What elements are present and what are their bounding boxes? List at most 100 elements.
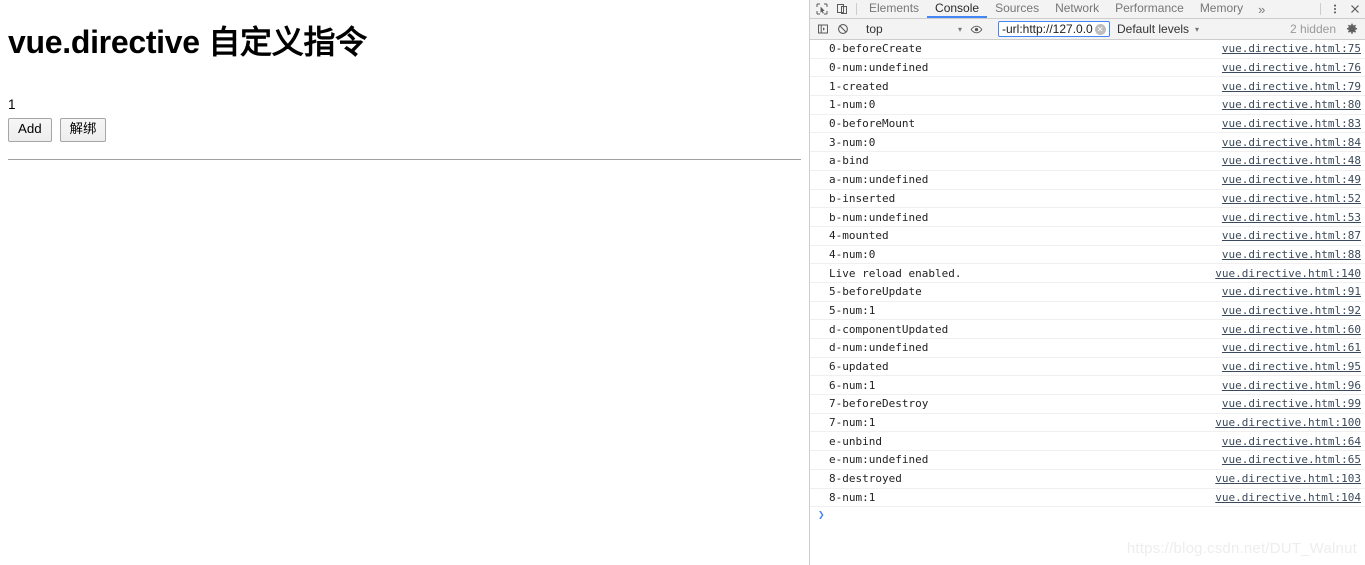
console-log-source-link[interactable]: vue.directive.html:53 [1212, 211, 1361, 224]
console-log-row[interactable]: 4-mounted vue.directive.html:87 [810, 227, 1365, 246]
console-prompt[interactable]: ❯ [810, 507, 1365, 525]
inspect-element-icon[interactable] [812, 0, 832, 18]
watermark: https://blog.csdn.net/DUT_Walnut [1126, 540, 1357, 557]
unbind-button[interactable]: 解绑 [59, 117, 107, 142]
console-log-row[interactable]: a-num:undefined vue.directive.html:49 [810, 171, 1365, 190]
devtools-panel: Elements Console Sources Network Perform… [809, 0, 1365, 565]
console-log-row[interactable]: 8-destroyed vue.directive.html:103 [810, 470, 1365, 489]
chevron-down-icon: ▾ [957, 24, 962, 34]
console-log-row[interactable]: 5-num:1 vue.directive.html:92 [810, 302, 1365, 321]
web-page-viewport: vue.directive 自定义指令 1 Add 解绑 [0, 0, 809, 565]
console-log-message: 1-created [829, 79, 889, 93]
more-tabs-icon[interactable]: » [1251, 0, 1272, 18]
console-filter-input[interactable]: -url:http://127.0.0 ✕ [998, 21, 1110, 37]
console-log-source-link[interactable]: vue.directive.html:99 [1212, 397, 1361, 410]
log-levels-label: Default levels [1117, 22, 1190, 36]
log-levels-select[interactable]: Default levels ▾ [1113, 22, 1203, 36]
console-log-row[interactable]: d-componentUpdated vue.directive.html:60 [810, 320, 1365, 339]
console-log-row[interactable]: e-unbind vue.directive.html:64 [810, 432, 1365, 452]
console-log-source-link[interactable]: vue.directive.html:65 [1212, 453, 1361, 466]
chevron-down-icon-levels: ▾ [1195, 24, 1200, 34]
console-log-source-link[interactable]: vue.directive.html:80 [1212, 98, 1361, 111]
console-filter-value: -url:http://127.0.0 [1002, 22, 1093, 36]
console-log-source-link[interactable]: vue.directive.html:87 [1212, 229, 1361, 242]
console-log-row[interactable]: b-inserted vue.directive.html:52 [810, 190, 1365, 209]
console-log-row[interactable]: 0-beforeMount vue.directive.html:83 [810, 115, 1365, 134]
console-message-list[interactable]: 0-beforeCreate vue.directive.html:75 0-num… [810, 40, 1365, 565]
console-log-source-link[interactable]: vue.directive.html:52 [1212, 192, 1361, 205]
tab-network[interactable]: Network [1047, 0, 1107, 18]
close-icon[interactable] [1345, 0, 1365, 18]
toolbar-separator-right [1320, 3, 1321, 15]
console-log-message: 3-num:0 [829, 135, 876, 149]
console-log-source-link[interactable]: vue.directive.html:96 [1212, 379, 1361, 392]
console-log-row[interactable]: 1-created vue.directive.html:79 [810, 77, 1365, 97]
console-log-row[interactable]: Live reload enabled. vue.directive.html:1… [810, 264, 1365, 283]
console-log-source-link[interactable]: vue.directive.html:103 [1205, 472, 1361, 485]
screenshot-root: vue.directive 自定义指令 1 Add 解绑 Elements Co… [0, 0, 1365, 565]
console-log-source-link[interactable]: vue.directive.html:88 [1212, 248, 1361, 261]
console-log-source-link[interactable]: vue.directive.html:76 [1212, 61, 1361, 74]
prompt-caret-icon: ❯ [818, 508, 825, 522]
console-log-source-link[interactable]: vue.directive.html:100 [1205, 416, 1361, 429]
console-log-message: Live reload enabled. [829, 266, 962, 280]
console-log-row[interactable]: 6-num:1 vue.directive.html:96 [810, 376, 1365, 396]
console-log-message: 4-num:0 [829, 247, 876, 261]
console-log-message: b-inserted [829, 191, 896, 205]
console-log-row[interactable]: b-num:undefined vue.directive.html:53 [810, 208, 1365, 227]
tab-console[interactable]: Console [927, 0, 988, 18]
settings-gear-icon[interactable] [1342, 23, 1362, 35]
console-log-row[interactable]: 8-num:1 vue.directive.html:104 [810, 489, 1365, 508]
console-log-source-link[interactable]: vue.directive.html:92 [1212, 304, 1361, 317]
console-log-source-link[interactable]: vue.directive.html:91 [1212, 285, 1361, 298]
console-log-source-link[interactable]: vue.directive.html:60 [1212, 323, 1361, 336]
console-log-source-link[interactable]: vue.directive.html:48 [1212, 154, 1361, 167]
console-log-row[interactable]: 0-beforeCreate vue.directive.html:75 [810, 40, 1365, 59]
add-button[interactable]: Add [8, 117, 52, 142]
execution-context-label: top [866, 22, 883, 36]
console-sidebar-toggle-icon[interactable] [813, 23, 833, 35]
console-log-source-link[interactable]: vue.directive.html:84 [1212, 136, 1361, 149]
clear-filter-icon[interactable]: ✕ [1094, 23, 1106, 35]
console-log-message: 7-num:1 [829, 416, 876, 430]
console-log-message: d-componentUpdated [829, 322, 949, 336]
devtools-tabbar: Elements Console Sources Network Perform… [810, 0, 1365, 19]
console-log-row[interactable]: a-bind vue.directive.html:48 [810, 152, 1365, 171]
page-title: vue.directive 自定义指令 [8, 24, 367, 60]
tab-performance[interactable]: Performance [1107, 0, 1192, 18]
console-log-row[interactable]: 1-num:0 vue.directive.html:80 [810, 96, 1365, 115]
console-log-row[interactable]: 6-updated vue.directive.html:95 [810, 358, 1365, 377]
console-log-row[interactable]: 5-beforeUpdate vue.directive.html:91 [810, 283, 1365, 302]
console-log-row[interactable]: e-num:undefined vue.directive.html:65 [810, 451, 1365, 470]
tab-memory[interactable]: Memory [1192, 0, 1251, 18]
console-log-source-link[interactable]: vue.directive.html:104 [1205, 491, 1361, 504]
clear-console-icon[interactable] [833, 23, 853, 35]
execution-context-select[interactable]: top ▾ [862, 22, 966, 36]
console-log-source-link[interactable]: vue.directive.html:64 [1212, 435, 1361, 448]
console-log-row[interactable]: 4-num:0 vue.directive.html:88 [810, 246, 1365, 265]
tab-elements[interactable]: Elements [861, 0, 927, 18]
console-log-source-link[interactable]: vue.directive.html:75 [1212, 42, 1361, 55]
console-log-source-link[interactable]: vue.directive.html:140 [1205, 267, 1361, 280]
device-toolbar-icon[interactable] [832, 0, 852, 18]
console-filter-bar: top ▾ -url:http://127.0.0 ✕ Default leve… [810, 19, 1365, 40]
console-log-message: 6-num:1 [829, 378, 876, 392]
console-log-message: 8-destroyed [829, 472, 902, 486]
console-log-message: 8-num:1 [829, 490, 876, 504]
console-log-message: 0-num:undefined [829, 61, 929, 75]
console-log-row[interactable]: 3-num:0 vue.directive.html:84 [810, 133, 1365, 153]
console-log-message: a-num:undefined [829, 173, 929, 187]
console-log-source-link[interactable]: vue.directive.html:79 [1212, 80, 1361, 93]
console-log-message: 5-num:1 [829, 303, 876, 317]
console-log-source-link[interactable]: vue.directive.html:95 [1212, 360, 1361, 373]
console-log-source-link[interactable]: vue.directive.html:49 [1212, 173, 1361, 186]
live-expression-eye-icon[interactable] [966, 23, 986, 36]
console-log-source-link[interactable]: vue.directive.html:83 [1212, 117, 1361, 130]
console-log-source-link[interactable]: vue.directive.html:61 [1212, 341, 1361, 354]
console-log-row[interactable]: 0-num:undefined vue.directive.html:76 [810, 59, 1365, 78]
console-log-row[interactable]: 7-num:1 vue.directive.html:100 [810, 414, 1365, 433]
console-log-row[interactable]: d-num:undefined vue.directive.html:61 [810, 339, 1365, 358]
tab-sources[interactable]: Sources [987, 0, 1047, 18]
kebab-menu-icon[interactable] [1325, 0, 1345, 18]
console-log-row[interactable]: 7-beforeDestroy vue.directive.html:99 [810, 395, 1365, 414]
